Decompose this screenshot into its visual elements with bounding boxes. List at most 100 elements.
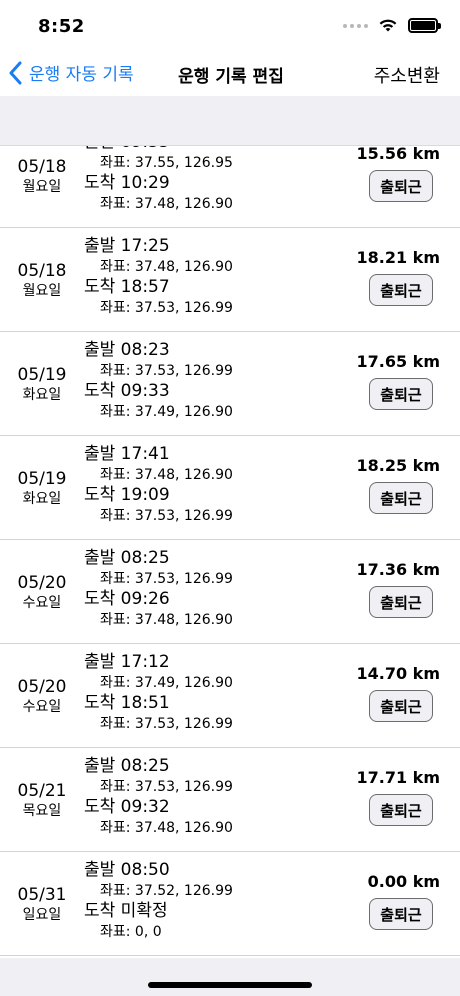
trip-date-monthday: 05/18 [17, 261, 67, 281]
trip-arrive-time: 도착 09:32 [84, 797, 170, 817]
trip-date-weekday: 화요일 [22, 491, 62, 507]
trip-arrive-coord: 좌표: 37.48, 126.90 [100, 196, 233, 212]
trip-arrive-coord: 좌표: 37.53, 126.99 [100, 716, 233, 732]
trip-times: 출발 08:25 좌표: 37.53, 126.99 도착 09:26 좌표: … [84, 548, 233, 630]
trip-distance: 15.56 km [356, 146, 441, 163]
trip-depart-time: 출발 08:25 [84, 756, 170, 776]
trip-date: 05/21 목요일 [10, 748, 74, 852]
back-button[interactable]: 운행 자동 기록 [8, 60, 134, 85]
commute-type-button[interactable]: 출퇴근 [369, 586, 433, 618]
trip-times: 출발 08:23 좌표: 37.53, 126.99 도착 09:33 좌표: … [84, 340, 233, 422]
address-convert-button[interactable]: 주소변환 [374, 62, 440, 88]
trip-distance: 0.00 km [367, 872, 440, 891]
trip-record-row[interactable]: 05/31 일요일 출발 08:50 좌표: 37.52, 126.99 도착 … [0, 852, 460, 956]
trip-distance: 17.71 km [356, 768, 441, 787]
bottom-area [0, 958, 460, 996]
trip-date-monthday: 05/21 [17, 781, 67, 801]
trip-depart-time: 출발 08:50 [84, 860, 170, 880]
commute-type-button[interactable]: 출퇴근 [369, 274, 433, 306]
trip-times: 출발 08:50 좌표: 37.52, 126.99 도착 미확정 좌표: 0,… [84, 860, 233, 942]
navigation-bar: 운행 자동 기록 운행 기록 편집 주소변환 [0, 52, 460, 96]
trip-arrive-coord: 좌표: 37.48, 126.90 [100, 612, 233, 628]
trip-date-weekday: 수요일 [22, 699, 62, 715]
header-band [0, 96, 460, 146]
trip-date-monthday: 05/20 [17, 677, 67, 697]
trip-depart-time: 출발 17:12 [84, 652, 170, 672]
trip-arrive-coord: 좌표: 37.48, 126.90 [100, 820, 233, 836]
trip-date: 05/18 월요일 [10, 146, 74, 228]
trip-date: 05/19 화요일 [10, 332, 74, 436]
trip-distance: 14.70 km [356, 664, 441, 683]
trip-distance: 18.21 km [356, 248, 441, 267]
trip-date: 05/31 일요일 [10, 852, 74, 956]
commute-type-button[interactable]: 출퇴근 [369, 170, 433, 202]
trip-times: 출발 17:25 좌표: 37.48, 126.90 도착 18:57 좌표: … [84, 236, 233, 318]
trip-date-weekday: 화요일 [22, 387, 62, 403]
trip-depart-time: 출발 08:25 [84, 548, 170, 568]
trip-depart-time: 출발 09:35 [84, 146, 233, 153]
trip-depart-time: 출발 17:25 [84, 236, 170, 256]
trip-date-weekday: 목요일 [22, 803, 62, 819]
trip-arrive-time: 도착 18:51 [84, 693, 170, 713]
chevron-left-icon [9, 61, 22, 84]
trip-record-row[interactable]: 05/20 수요일 출발 08:25 좌표: 37.53, 126.99 도착 … [0, 540, 460, 644]
trip-depart-coord: 좌표: 37.53, 126.99 [100, 571, 233, 587]
trip-date: 05/20 수요일 [10, 644, 74, 748]
trip-record-row[interactable]: 05/21 목요일 출발 08:25 좌표: 37.53, 126.99 도착 … [0, 748, 460, 852]
trip-arrive-time: 도착 09:33 [84, 381, 170, 401]
wifi-icon [379, 19, 397, 32]
trip-arrive-time: 도착 19:09 [84, 485, 170, 505]
battery-icon [408, 18, 441, 33]
trip-record-list[interactable]: 05/18 월요일 출발 09:35 좌표: 37.55, 126.95 도착 … [0, 146, 460, 958]
trip-distance: 17.36 km [356, 560, 441, 579]
trip-date-monthday: 05/18 [17, 157, 67, 177]
trip-depart-time: 출발 08:23 [84, 340, 170, 360]
trip-record-row[interactable]: 05/20 수요일 출발 17:12 좌표: 37.49, 126.90 도착 … [0, 644, 460, 748]
trip-date-weekday: 월요일 [22, 179, 62, 195]
trip-arrive-time: 도착 10:29 [84, 173, 170, 193]
trip-date-monthday: 05/19 [17, 365, 67, 385]
commute-type-button[interactable]: 출퇴근 [369, 898, 433, 930]
commute-type-button[interactable]: 출퇴근 [369, 482, 433, 514]
trip-depart-coord: 좌표: 37.48, 126.90 [100, 259, 233, 275]
trip-depart-coord: 좌표: 37.49, 126.90 [100, 675, 233, 691]
trip-depart-coord: 좌표: 37.52, 126.99 [100, 883, 233, 899]
signal-icon [343, 23, 368, 28]
trip-date-weekday: 수요일 [22, 595, 62, 611]
trip-depart-time: 출발 17:41 [84, 444, 170, 464]
trip-date-monthday: 05/31 [17, 885, 67, 905]
trip-date: 05/18 월요일 [10, 228, 74, 332]
trip-depart-coord: 좌표: 37.53, 126.99 [100, 363, 233, 379]
trip-arrive-time: 도착 09:26 [84, 589, 170, 609]
trip-arrive-time: 도착 미확정 [84, 901, 168, 921]
trip-arrive-coord: 좌표: 37.53, 126.99 [100, 300, 233, 316]
trip-times: 출발 09:35 좌표: 37.55, 126.95 도착 10:29 좌표: … [84, 146, 233, 214]
trip-arrive-coord: 좌표: 0, 0 [100, 924, 162, 940]
trip-date-weekday: 월요일 [22, 283, 62, 299]
trip-depart-coord: 좌표: 37.53, 126.99 [100, 779, 233, 795]
status-time: 8:52 [38, 16, 85, 37]
status-bar: 8:52 [0, 0, 460, 52]
trip-record-row[interactable]: 05/18 월요일 출발 17:25 좌표: 37.48, 126.90 도착 … [0, 228, 460, 332]
trip-depart-coord: 좌표: 37.55, 126.95 [100, 155, 233, 171]
commute-type-button[interactable]: 출퇴근 [369, 690, 433, 722]
trip-arrive-coord: 좌표: 37.53, 126.99 [100, 508, 233, 524]
commute-type-button[interactable]: 출퇴근 [369, 794, 433, 826]
page-title-text: 운행 기록 편집 [178, 67, 284, 87]
status-icons [343, 18, 441, 33]
trip-depart-coord: 좌표: 37.48, 126.90 [100, 467, 233, 483]
trip-date-weekday: 일요일 [22, 907, 62, 923]
trip-times: 출발 08:25 좌표: 37.53, 126.99 도착 09:32 좌표: … [84, 756, 233, 838]
commute-type-button[interactable]: 출퇴근 [369, 378, 433, 410]
trip-record-row[interactable]: 05/19 화요일 출발 08:23 좌표: 37.53, 126.99 도착 … [0, 332, 460, 436]
trip-distance: 18.25 km [356, 456, 441, 475]
trip-record-row[interactable]: 05/19 화요일 출발 17:41 좌표: 37.48, 126.90 도착 … [0, 436, 460, 540]
trip-date-monthday: 05/20 [17, 573, 67, 593]
trip-record-row[interactable]: 05/18 월요일 출발 09:35 좌표: 37.55, 126.95 도착 … [0, 146, 460, 228]
trip-date: 05/19 화요일 [10, 436, 74, 540]
trip-distance: 17.65 km [356, 352, 441, 371]
trip-times: 출발 17:41 좌표: 37.48, 126.90 도착 19:09 좌표: … [84, 444, 233, 526]
home-indicator[interactable] [148, 982, 312, 988]
trip-times: 출발 17:12 좌표: 37.49, 126.90 도착 18:51 좌표: … [84, 652, 233, 734]
trip-arrive-time: 도착 18:57 [84, 277, 170, 297]
